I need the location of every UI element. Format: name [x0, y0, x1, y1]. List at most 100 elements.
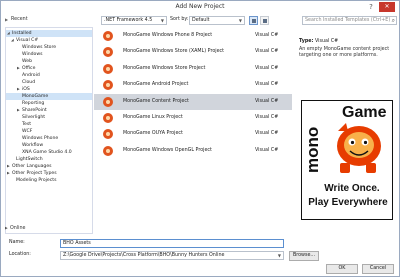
- tree-item-android[interactable]: Android: [6, 72, 92, 79]
- tree-item-label: Office: [22, 66, 36, 71]
- medium-icons-view-button[interactable]: [260, 16, 269, 25]
- tree-item-test[interactable]: Test: [6, 121, 92, 128]
- tree-item-online[interactable]: ▶ Online: [5, 226, 25, 231]
- tree-item-windows[interactable]: Windows: [6, 51, 92, 58]
- type-value: Visual C#: [314, 39, 339, 44]
- tree-item-other-project-types[interactable]: ▶ Other Project Types: [6, 170, 92, 177]
- tree-item-office[interactable]: ▶ Office: [6, 65, 92, 72]
- name-field-value: BHO Assets: [63, 241, 91, 246]
- template-name: MonoGame Windows Store Project: [123, 65, 206, 71]
- tree-item-windows-phone[interactable]: Windows Phone: [6, 135, 92, 142]
- tree-item-label: Other Project Types: [12, 171, 57, 176]
- tree-item-installed[interactable]: ◢ Installed: [6, 30, 92, 37]
- name-label: Name:: [9, 240, 25, 245]
- tree-item-sharepoint[interactable]: ▶ SharePoint: [6, 107, 92, 114]
- template-row[interactable]: MonoGame Windows Store (XAML) Project Vis…: [94, 44, 292, 60]
- tree-item-cloud[interactable]: Cloud: [6, 79, 92, 86]
- monogame-icon: [103, 63, 113, 74]
- monogame-logo-graphic: Game mono Write Once. Play Everywhere: [303, 104, 388, 208]
- browse-button[interactable]: Browse...: [289, 251, 319, 261]
- template-row[interactable]: MonoGame Windows Store Project Visual C#: [94, 61, 292, 77]
- tree-item-label: Web: [22, 59, 33, 64]
- tree-item-xna-game-studio-4-0[interactable]: XNA Game Studio 4.0: [6, 149, 92, 156]
- sort-select[interactable]: Default ▼: [189, 16, 245, 25]
- template-tree: ◢ Installed ◢ Visual C# Windows Store Window…: [5, 27, 93, 234]
- logo-tagline-1: Write Once.: [324, 183, 380, 194]
- monogame-icon: [103, 145, 113, 156]
- dialog-title: Add New Project: [175, 3, 225, 10]
- tree-item-wcf[interactable]: WCF: [6, 128, 92, 135]
- location-field[interactable]: Z:\Google Drive\Projects\Cross Platform\…: [60, 251, 284, 260]
- tree-item-label: Reporting: [22, 101, 45, 106]
- location-label: Location:: [9, 252, 31, 257]
- name-field[interactable]: BHO Assets: [60, 239, 284, 248]
- tree-item-modeling-projects[interactable]: Modeling Projects: [6, 177, 92, 184]
- tree-item-label: Workflow: [22, 143, 44, 148]
- framework-select-value: .NET Framework 4.5: [104, 18, 153, 23]
- chevron-right-icon[interactable]: ▶: [5, 17, 8, 22]
- template-language: Visual C#: [255, 49, 279, 55]
- tree-item-label: LightSwitch: [16, 157, 43, 162]
- monogame-icon: [103, 47, 113, 58]
- chevron-down-icon: ▼: [277, 253, 281, 258]
- recent-node[interactable]: Recent: [11, 17, 28, 22]
- sort-by-label: Sort by:: [170, 17, 189, 22]
- template-row[interactable]: MonoGame Android Project Visual C#: [94, 77, 292, 93]
- template-row[interactable]: MonoGame Windows OpenGL Project Visual C#: [94, 143, 292, 159]
- tree-item-web[interactable]: Web: [6, 58, 92, 65]
- type-label: Type:: [299, 39, 314, 44]
- list-icon: [263, 19, 267, 23]
- cancel-button[interactable]: Cancel: [362, 264, 394, 274]
- tree-item-workflow[interactable]: Workflow: [6, 142, 92, 149]
- template-name: MonoGame Android Project: [123, 82, 189, 88]
- tree-item-other-languages[interactable]: ▶ Other Languages: [6, 163, 92, 170]
- template-row[interactable]: MonoGame Windows Phone 8 Project Visual C…: [94, 28, 292, 44]
- template-language: Visual C#: [255, 115, 279, 120]
- tree-item-lightswitch[interactable]: LightSwitch: [6, 156, 92, 163]
- template-name: MonoGame Windows Store (XAML) Project: [123, 49, 225, 55]
- tree-item-label: Silverlight: [22, 115, 46, 120]
- tree-item-label: iOS: [22, 87, 30, 92]
- tree-item-label: Windows: [22, 52, 43, 57]
- close-button[interactable]: ✕: [379, 2, 395, 12]
- template-language: Visual C#: [255, 33, 279, 38]
- tree-item-label: XNA Game Studio 4.0: [22, 150, 72, 155]
- mascot-icon: [337, 123, 381, 173]
- search-placeholder: Search Installed Templates (Ctrl+E): [305, 18, 391, 23]
- tree-item-windows-store[interactable]: Windows Store: [6, 44, 92, 51]
- template-type: Type: Visual C#: [299, 39, 338, 44]
- template-row[interactable]: MonoGame Linux Project Visual C#: [94, 110, 292, 126]
- tree-item-label: Modeling Projects: [16, 178, 57, 183]
- tree-item-monogame[interactable]: MonoGame: [6, 93, 92, 100]
- template-row[interactable]: MonoGame OUYA Project Visual C#: [94, 126, 292, 142]
- tree-item-label: Visual C#: [16, 38, 39, 43]
- tree-item-silverlight[interactable]: Silverlight: [6, 114, 92, 121]
- logo-game-text: Game: [342, 104, 387, 121]
- tree-item-label: Online: [10, 226, 26, 231]
- search-input[interactable]: Search Installed Templates (Ctrl+E) ⌕: [302, 16, 397, 25]
- template-row[interactable]: MonoGame Content Project Visual C#: [94, 93, 292, 110]
- tree-item-ios[interactable]: ▶ iOS: [6, 86, 92, 93]
- tree-item-label: Cloud: [22, 80, 36, 85]
- monogame-icon: [103, 129, 113, 140]
- framework-select[interactable]: .NET Framework 4.5 ▼: [101, 16, 167, 25]
- template-name: MonoGame Windows Phone 8 Project: [123, 33, 213, 38]
- template-description: An empty MonoGame content project target…: [299, 47, 390, 58]
- tree-item-label: Windows Phone: [22, 136, 59, 141]
- ok-button[interactable]: OK: [326, 264, 358, 274]
- help-button[interactable]: ?: [366, 2, 376, 12]
- location-field-value: Z:\Google Drive\Projects\Cross Platform\…: [63, 253, 225, 258]
- template-language: Visual C#: [255, 82, 279, 88]
- template-language: Visual C#: [255, 147, 279, 153]
- grid-icon: [252, 19, 256, 23]
- small-icons-view-button[interactable]: [249, 16, 258, 25]
- template-details: Type: Visual C# An empty MonoGame conten…: [293, 27, 397, 234]
- search-icon[interactable]: ⌕: [392, 17, 395, 25]
- tree-item-reporting[interactable]: Reporting: [6, 100, 92, 107]
- tree-item-label: WCF: [22, 129, 33, 134]
- tree-item-label: Installed: [12, 31, 32, 36]
- tree-item-visual-c[interactable]: ◢ Visual C#: [6, 37, 92, 44]
- tree-item-label: Test: [22, 122, 32, 127]
- tree-item-label: MonoGame: [22, 94, 49, 99]
- logo-mono-text: mono: [303, 127, 322, 173]
